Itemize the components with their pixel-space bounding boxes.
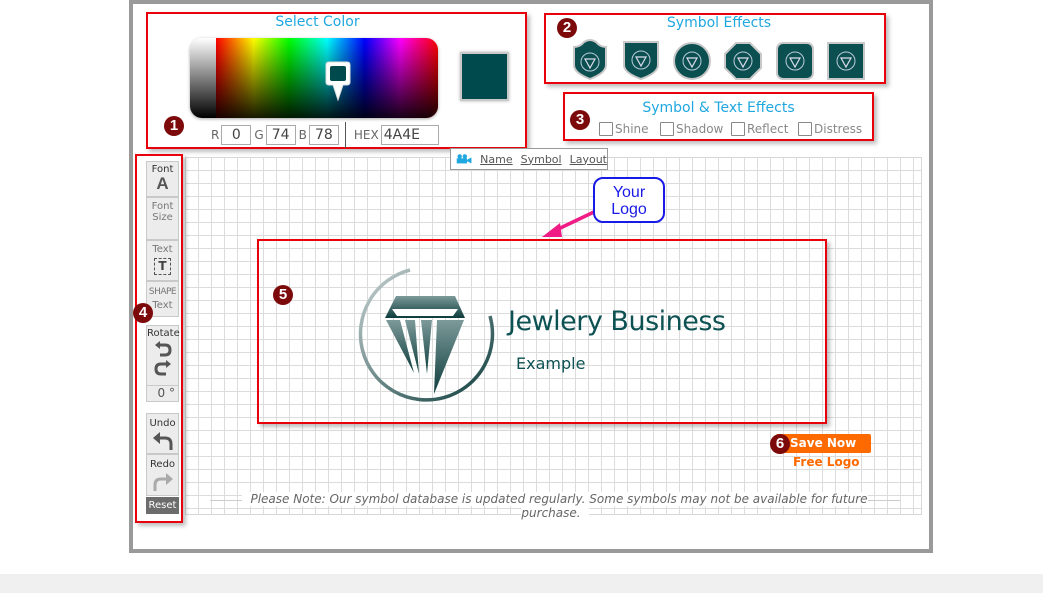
font-icon: A xyxy=(156,174,169,193)
checkbox-box[interactable] xyxy=(798,122,812,136)
free-logo-label[interactable]: Free Logo xyxy=(793,455,860,469)
step-badge-4: 4 xyxy=(133,303,153,323)
video-camera-icon[interactable] xyxy=(456,152,472,166)
effect-circle[interactable] xyxy=(672,39,712,81)
page-footer-strip xyxy=(0,574,1043,593)
redo-label: Redo xyxy=(149,459,176,470)
rotate-value[interactable]: 0 ° xyxy=(146,385,179,402)
effect-rounded-square[interactable] xyxy=(775,39,815,81)
font-button[interactable]: Font A xyxy=(146,161,179,197)
reset-button[interactable]: Reset xyxy=(146,497,179,514)
checkbox-label: Distress xyxy=(814,122,863,136)
step-badge-6: 6 xyxy=(770,434,790,454)
logo-title[interactable]: Jewlery Business xyxy=(508,306,726,337)
checkbox-shine[interactable]: Shine xyxy=(599,122,649,136)
checkbox-shadow[interactable]: Shadow xyxy=(660,122,723,136)
effect-shield[interactable] xyxy=(621,39,661,81)
tab-name[interactable]: Name xyxy=(480,153,512,166)
grayscale-strip[interactable] xyxy=(190,38,216,118)
checkbox-distress[interactable]: Distress xyxy=(798,122,862,136)
selected-color-swatch xyxy=(460,52,509,101)
rotate-right-icon[interactable] xyxy=(153,360,173,378)
r-label: R xyxy=(211,128,220,142)
checkbox-box[interactable] xyxy=(599,122,613,136)
r-input[interactable]: 0 xyxy=(221,125,252,145)
canvas-tabs: Name Symbol Layout xyxy=(450,148,608,170)
rotate-control: Rotate xyxy=(146,325,180,387)
redo-button[interactable]: Redo xyxy=(146,454,179,496)
g-label: G xyxy=(254,128,264,142)
rgb-inputs: R 0 G 74 B 78 HEX 4A4E xyxy=(208,122,439,148)
font-size-label-1: Font xyxy=(151,201,174,212)
effect-shield-notched[interactable] xyxy=(570,39,610,81)
checkbox-label: Reflect xyxy=(747,122,789,136)
color-marker-icon[interactable] xyxy=(325,60,351,102)
redo-icon xyxy=(153,473,173,491)
callout-line-1: Your xyxy=(612,184,646,201)
checkbox-label: Shine xyxy=(615,122,649,136)
hex-input[interactable]: 4A4E xyxy=(380,125,439,145)
step-badge-3: 3 xyxy=(570,110,590,130)
callout-line-2: Logo xyxy=(611,201,647,218)
tab-symbol[interactable]: Symbol xyxy=(521,153,562,166)
effect-square[interactable] xyxy=(826,39,866,81)
text-label: Text xyxy=(152,244,173,255)
diamond-logo-symbol[interactable] xyxy=(355,266,495,406)
checkbox-box[interactable] xyxy=(731,122,745,136)
save-now-button[interactable]: Save Now xyxy=(776,434,871,453)
step-badge-2: 2 xyxy=(557,18,577,38)
divider xyxy=(344,122,346,148)
effect-octagon[interactable] xyxy=(723,39,763,81)
symbol-effects-title: Symbol Effects xyxy=(666,15,772,31)
color-spectrum[interactable] xyxy=(190,38,438,118)
undo-label: Undo xyxy=(149,418,176,429)
your-logo-callout: Your Logo xyxy=(593,177,665,223)
g-input[interactable]: 74 xyxy=(265,125,296,145)
text-effects-title: Symbol & Text Effects xyxy=(642,100,795,116)
callout-arrow-icon xyxy=(542,209,597,237)
undo-icon xyxy=(152,432,172,450)
b-input[interactable]: 78 xyxy=(308,125,339,145)
rotate-left-icon[interactable] xyxy=(153,341,173,359)
shape-label: SHAPE xyxy=(148,287,177,297)
database-note: Please Note: Our symbol database is upda… xyxy=(210,492,900,520)
checkbox-reflect[interactable]: Reflect xyxy=(731,122,788,136)
color-picker-title: Select Color xyxy=(275,14,360,30)
left-toolbar: Font A Font Size Text T SHAPE Text Rotat… xyxy=(135,154,183,523)
checkbox-label: Shadow xyxy=(676,122,724,136)
hex-label: HEX xyxy=(353,128,379,142)
text-button[interactable]: Text T xyxy=(146,240,179,281)
undo-button[interactable]: Undo xyxy=(146,413,179,454)
step-badge-5: 5 xyxy=(273,285,293,305)
font-size-button[interactable]: Font Size xyxy=(146,197,179,240)
text-box-icon: T xyxy=(154,258,171,275)
note-text: Please Note: Our symbol database is upda… xyxy=(242,492,868,520)
tab-layout[interactable]: Layout xyxy=(570,153,607,166)
rotate-label: Rotate xyxy=(147,328,180,339)
font-size-label-2: Size xyxy=(152,212,173,223)
logo-subtitle[interactable]: Example xyxy=(516,354,585,373)
checkbox-box[interactable] xyxy=(660,122,674,136)
b-label: B xyxy=(298,128,307,142)
step-badge-1: 1 xyxy=(164,116,184,136)
